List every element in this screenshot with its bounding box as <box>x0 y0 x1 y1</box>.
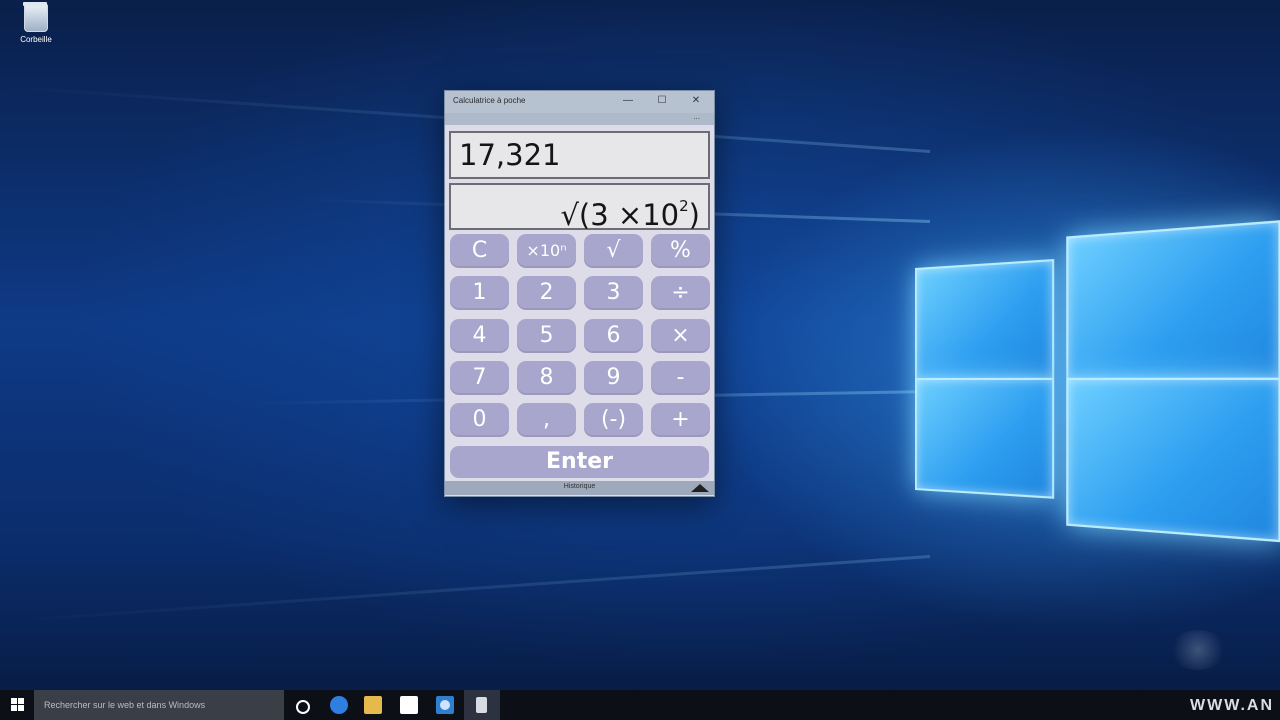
digit-8-key[interactable]: 8 <box>517 361 576 395</box>
subtract-key[interactable]: - <box>651 361 710 395</box>
expression-suffix: ) <box>688 198 700 232</box>
add-key[interactable]: + <box>651 403 710 437</box>
logo-pane <box>1066 377 1280 543</box>
times-ten-power-key[interactable]: ×10ⁿ <box>517 234 576 268</box>
enter-button[interactable]: Enter <box>450 446 709 478</box>
percent-key[interactable]: % <box>651 234 710 268</box>
result-display: 17,321 <box>449 131 710 179</box>
expression-display: √(3 ×102) <box>449 183 710 232</box>
divide-key[interactable]: ÷ <box>651 276 710 310</box>
digit-0-key[interactable]: 0 <box>450 403 509 437</box>
search-placeholder: Rechercher sur le web et dans Windows <box>44 700 206 710</box>
start-icon <box>11 698 17 704</box>
clear-key[interactable]: C <box>450 234 509 268</box>
digit-3-key[interactable]: 3 <box>584 276 643 310</box>
digit-7-key[interactable]: 7 <box>450 361 509 395</box>
start-icon-part <box>18 698 24 704</box>
close-button[interactable]: ✕ <box>679 91 713 113</box>
history-label: Historique <box>563 483 596 490</box>
maximize-button[interactable]: ☐ <box>645 91 679 113</box>
expression-prefix: √(3 ×10 <box>560 198 680 232</box>
recycle-bin-icon <box>23 2 48 32</box>
pocket-calculator-icon <box>476 697 487 713</box>
edge-icon[interactable] <box>330 696 348 714</box>
recycle-bin-shortcut[interactable]: Corbeille <box>14 2 58 44</box>
start-icon-part <box>11 705 17 711</box>
digit-5-key[interactable]: 5 <box>517 319 576 353</box>
history-bar[interactable]: Historique <box>445 481 714 495</box>
digit-2-key[interactable]: 2 <box>517 276 576 310</box>
logo-pane <box>915 377 1055 499</box>
store-icon[interactable] <box>400 696 418 714</box>
minimize-button[interactable]: — <box>611 91 645 113</box>
decimal-comma-key[interactable]: , <box>517 403 576 437</box>
task-view-icon[interactable] <box>296 700 310 714</box>
file-explorer-icon[interactable] <box>364 696 382 714</box>
search-box[interactable]: Rechercher sur le web et dans Windows <box>34 690 284 720</box>
result-value: 17,321 <box>459 138 561 172</box>
multiply-key[interactable]: × <box>651 319 710 353</box>
digit-6-key[interactable]: 6 <box>584 319 643 353</box>
desktop: Corbeille Calculatrice à poche — ☐ ✕ ...… <box>0 0 1280 720</box>
more-options-button[interactable]: ... <box>693 113 700 121</box>
calculator-window: Calculatrice à poche — ☐ ✕ ... 17,321 √(… <box>444 90 715 497</box>
logo-pane <box>915 258 1055 380</box>
digit-1-key[interactable]: 1 <box>450 276 509 310</box>
watermark-text: WWW.AN <box>1190 697 1274 714</box>
watermark-logo <box>1168 630 1228 670</box>
start-button[interactable] <box>0 690 34 720</box>
digit-9-key[interactable]: 9 <box>584 361 643 395</box>
recycle-bin-label: Corbeille <box>20 35 52 44</box>
calculator-icon[interactable] <box>436 696 454 714</box>
pocket-calculator-taskbar-button[interactable] <box>464 690 500 720</box>
logo-pane <box>1066 220 1280 380</box>
negate-key[interactable]: (-) <box>584 403 643 437</box>
start-icon-part <box>18 705 24 711</box>
expression-exponent: 2 <box>679 197 689 215</box>
window-title: Calculatrice à poche <box>453 96 526 105</box>
taskbar: Rechercher sur le web et dans Windows WW… <box>0 690 1280 720</box>
windows-logo <box>915 198 1280 562</box>
light-beam <box>2 555 931 623</box>
square-root-key[interactable]: √ <box>584 234 643 268</box>
app-bar: ... <box>445 113 714 125</box>
expand-history-icon[interactable] <box>691 484 709 492</box>
digit-4-key[interactable]: 4 <box>450 319 509 353</box>
title-bar[interactable]: Calculatrice à poche — ☐ ✕ <box>445 91 714 113</box>
